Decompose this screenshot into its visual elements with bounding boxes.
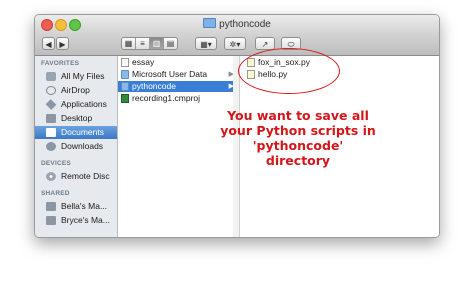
devices-header: DEVICES bbox=[41, 160, 71, 167]
sidebar-item-label: Bella's Ma... bbox=[61, 201, 108, 211]
sidebar-item-applications[interactable]: Applications bbox=[35, 98, 117, 111]
folder-icon bbox=[121, 82, 129, 91]
annotation-line: directory bbox=[265, 153, 331, 168]
title-bar: pythoncode bbox=[35, 15, 439, 33]
project-icon bbox=[121, 94, 129, 103]
folder-row-pythoncode[interactable]: pythoncode ▶ bbox=[118, 81, 238, 92]
annotation-line: 'pythoncode' bbox=[252, 138, 344, 153]
window-title: pythoncode bbox=[219, 19, 271, 30]
sidebar-item-label: Remote Disc bbox=[61, 171, 110, 181]
disc-icon bbox=[46, 172, 56, 181]
annotation-line: your Python scripts in bbox=[220, 123, 376, 138]
sidebar-item-all-my-files[interactable]: All My Files bbox=[35, 70, 117, 83]
shared-header: SHARED bbox=[41, 190, 70, 197]
favorites-header: FAVORITES bbox=[41, 60, 80, 67]
applications-icon bbox=[45, 99, 57, 110]
sidebar-item-label: AirDrop bbox=[61, 85, 90, 95]
sidebar-item-bryces-mac[interactable]: Bryce's Ma... bbox=[35, 214, 117, 227]
sidebar: FAVORITES All My Files AirDrop Applicati… bbox=[35, 56, 118, 237]
file-name: essay bbox=[132, 57, 155, 67]
folder-row-microsoft-user-data[interactable]: Microsoft User Data ▶ bbox=[118, 69, 238, 80]
annotation-line: You want to save all bbox=[227, 108, 369, 123]
sidebar-item-downloads[interactable]: Downloads bbox=[35, 140, 117, 153]
coverflow-view-button[interactable]: ▤ bbox=[164, 38, 177, 49]
computer-icon bbox=[46, 202, 56, 211]
share-button[interactable]: ↗ bbox=[255, 37, 275, 50]
downloads-icon bbox=[46, 142, 56, 151]
arrange-button[interactable]: ▦▾ bbox=[195, 37, 217, 50]
sidebar-item-label: Desktop bbox=[61, 113, 93, 123]
computer-icon bbox=[46, 216, 56, 225]
toolbar: ◀ ▶ ▦ ≡ ▥ ▤ ▦▾ ✲▾ ↗ ⬭ bbox=[35, 33, 439, 56]
folder-icon bbox=[203, 18, 217, 28]
desktop-icon bbox=[46, 114, 56, 123]
sidebar-item-desktop[interactable]: Desktop bbox=[35, 112, 117, 125]
sidebar-item-label: Documents bbox=[61, 127, 104, 137]
file-name: Microsoft User Data bbox=[132, 69, 208, 79]
column-view-button[interactable]: ▥ bbox=[150, 38, 164, 49]
sidebar-item-documents[interactable]: Documents bbox=[35, 126, 117, 139]
file-row-essay[interactable]: essay bbox=[118, 57, 238, 68]
sidebar-item-airdrop[interactable]: AirDrop bbox=[35, 84, 117, 97]
file-name: recording1.cmproj bbox=[132, 93, 201, 103]
sidebar-item-label: Bryce's Ma... bbox=[61, 215, 110, 225]
action-gear-button[interactable]: ✲▾ bbox=[224, 37, 246, 50]
back-button[interactable]: ◀ bbox=[42, 37, 55, 50]
annotation-highlight-ellipse bbox=[238, 48, 340, 94]
window-title-area: pythoncode bbox=[35, 18, 439, 30]
forward-button[interactable]: ▶ bbox=[56, 37, 69, 50]
view-mode-control[interactable]: ▦ ≡ ▥ ▤ bbox=[121, 37, 178, 50]
icon-view-button[interactable]: ▦ bbox=[122, 38, 136, 49]
airdrop-icon bbox=[46, 86, 56, 95]
file-row-recording1[interactable]: recording1.cmproj bbox=[118, 93, 238, 104]
sidebar-item-label: All My Files bbox=[61, 71, 105, 81]
sidebar-item-label: Applications bbox=[61, 99, 107, 109]
documents-icon bbox=[46, 128, 56, 137]
sidebar-item-remote-disc[interactable]: Remote Disc bbox=[35, 170, 117, 183]
annotation-text: You want to save all your Python scripts… bbox=[200, 108, 396, 168]
all-files-icon bbox=[46, 72, 56, 81]
list-view-button[interactable]: ≡ bbox=[136, 38, 150, 49]
sidebar-item-bellas-mac[interactable]: Bella's Ma... bbox=[35, 200, 117, 213]
file-name: pythoncode bbox=[132, 81, 176, 91]
folder-icon bbox=[121, 70, 129, 79]
document-icon bbox=[121, 58, 129, 67]
sidebar-item-label: Downloads bbox=[61, 141, 104, 151]
